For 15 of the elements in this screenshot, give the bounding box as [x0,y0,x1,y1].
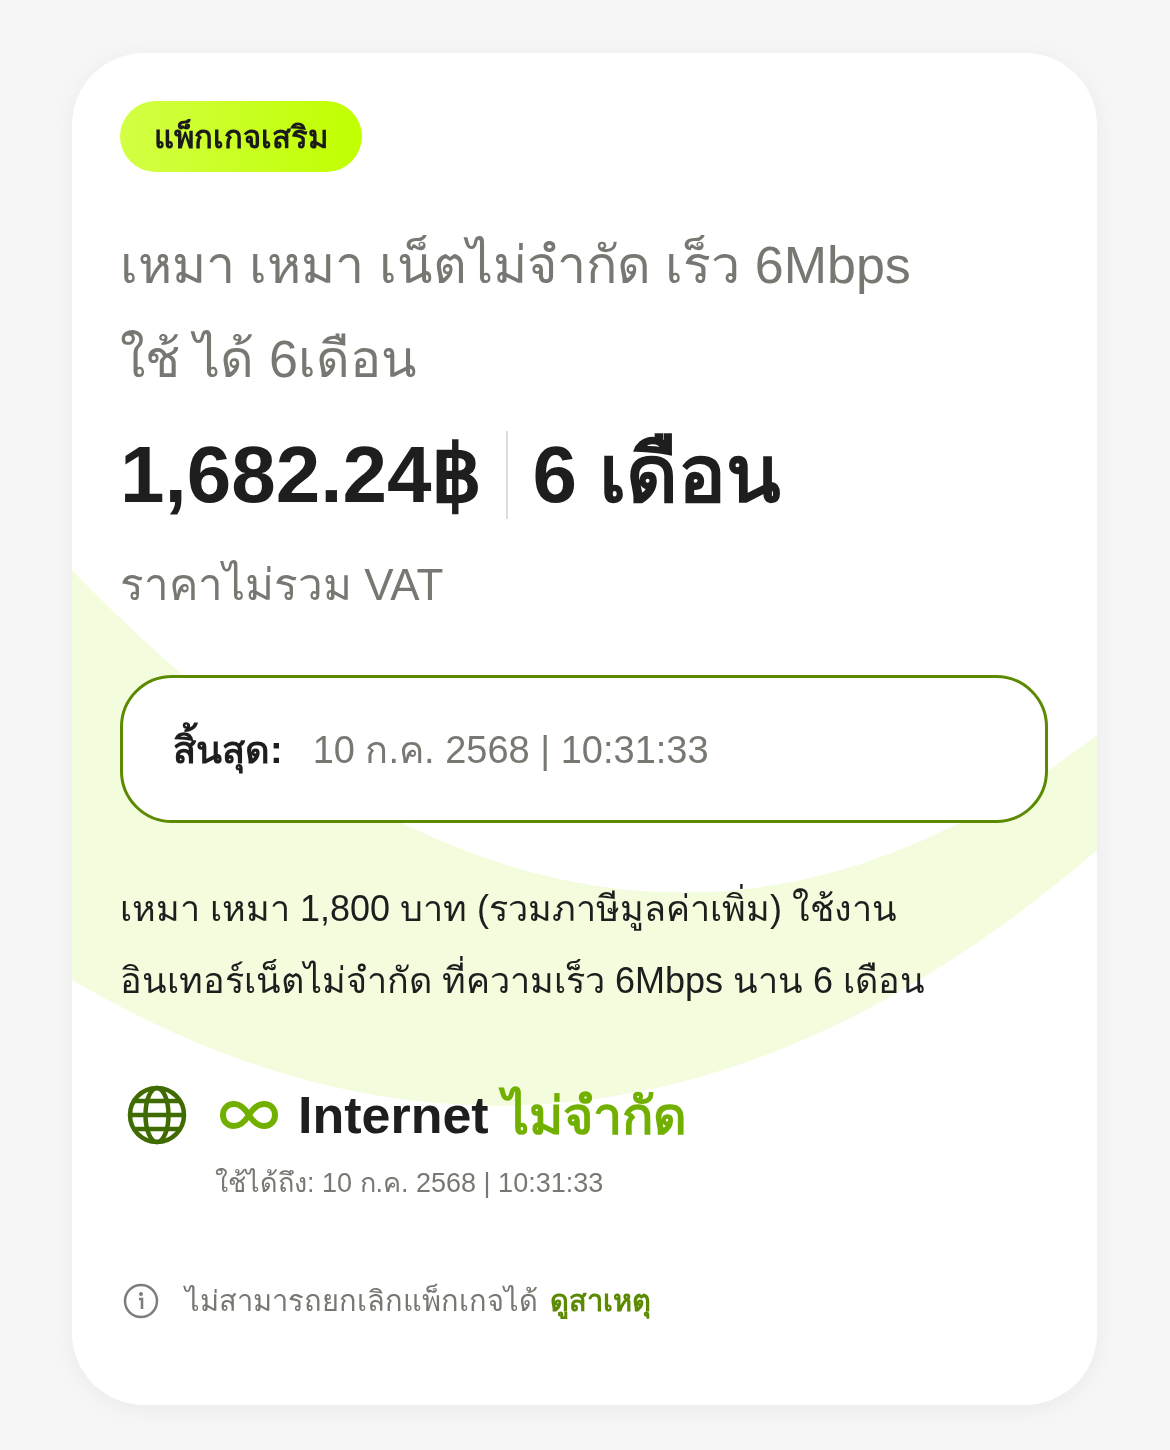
package-description: เหมา เหมา 1,800 บาท (รวมภาษีมูลค่าเพิ่ม) ใช้งาน อินเทอร์เน็ตไม่จำกัด ที่ความเร็ว 6Mbps นาน 6 เดือน [120,873,1020,1017]
notice-text: ไม่สามารถยกเลิกแพ็กเกจได้ [185,1282,538,1319]
globe-icon [127,1085,187,1145]
info-icon [123,1283,159,1319]
price-note: ราคาไม่รวม VAT [120,559,444,611]
see-reason-link[interactable]: ดูสาเหตุ [550,1278,651,1324]
package-price: 1,682.24฿ [120,430,483,520]
expiry-date: 10 ก.ค. 2568 | 10:31:33 [312,727,709,773]
package-duration: 6 เดือน [532,430,782,520]
benefit-name: Internet [298,1085,489,1145]
infinity-icon [220,1100,278,1130]
expiry-label: สิ้นสุด: [173,718,283,780]
package-title: เหมา เหมา เน็ตไม่จำกัด เร็ว 6Mbps ใช้ ได้ 6เดือน [120,234,912,390]
benefit-valid-until: ใช้ได้ถึง: 10 ก.ค. 2568 | 10:31:33 [215,1167,605,1200]
package-type-badge: แพ็กเกจเสริม [120,101,362,172]
